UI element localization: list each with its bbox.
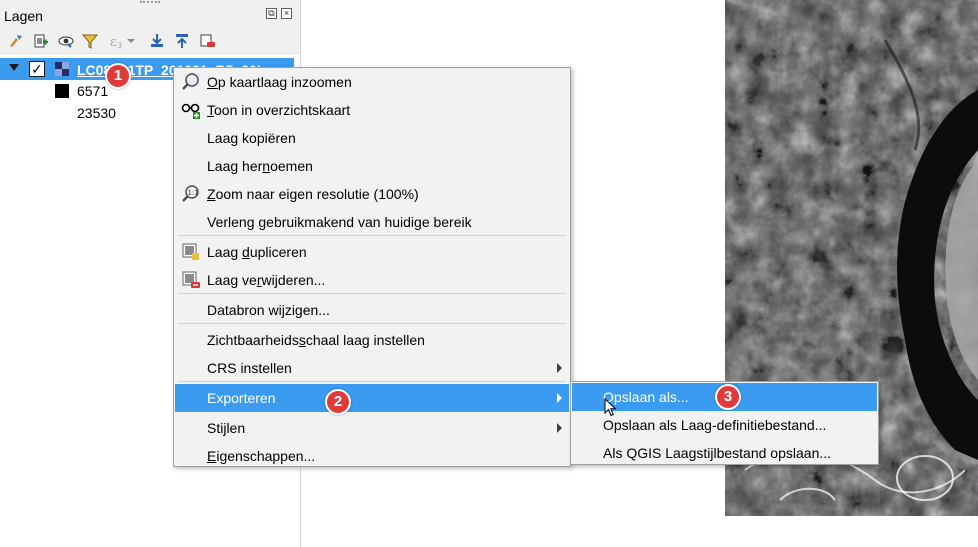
step-badge-3: 3 xyxy=(715,384,741,410)
mouse-cursor-icon xyxy=(604,398,617,417)
menu-item-change-data-source[interactable]: Databron wijzigen... xyxy=(175,296,569,324)
menu-item-stretch-current-extent[interactable]: Verleng gebruikmakend van huidige bereik xyxy=(175,208,569,236)
menu-item-set-crs[interactable]: CRS instellen xyxy=(175,354,569,382)
layer-visibility-checkbox[interactable]: ✓ xyxy=(29,61,45,77)
duplicate-layer-icon xyxy=(182,243,199,260)
filter-legend-icon[interactable] xyxy=(81,32,99,50)
manage-visibility-icon[interactable] xyxy=(57,32,75,50)
remove-layer-icon[interactable] xyxy=(198,32,216,50)
step-badge-1: 1 xyxy=(105,63,131,89)
menu-separator xyxy=(178,323,566,324)
submenu-arrow-icon xyxy=(557,423,562,433)
zoom-to-layer-icon xyxy=(182,73,199,90)
menu-separator xyxy=(178,293,566,294)
menu-item-zoom-native-resolution[interactable]: 1:1 Zoom naar eigen resolutie (100%) xyxy=(175,180,569,208)
submenu-arrow-icon xyxy=(557,363,562,373)
submenu-item-save-as-qgis-style[interactable]: Als QGIS Laagstijlbestand opslaan... xyxy=(572,439,877,467)
svg-text:ε: ε xyxy=(110,35,117,50)
menu-item-show-in-overview[interactable]: Toon in overzichtskaart xyxy=(175,96,569,124)
style-manager-icon[interactable] xyxy=(7,32,25,50)
legend-max-value: 23530 xyxy=(77,105,116,121)
submenu-arrow-icon xyxy=(557,393,562,403)
raster-layer-icon xyxy=(55,62,69,76)
menu-separator xyxy=(178,381,566,382)
remove-layer-icon xyxy=(182,271,200,288)
add-group-icon[interactable] xyxy=(31,32,49,50)
float-panel-icon[interactable]: ⧉ xyxy=(266,8,277,19)
zoom-native-resolution-icon: 1:1 xyxy=(182,185,199,202)
svg-text:1:1: 1:1 xyxy=(188,189,199,197)
menu-item-properties[interactable]: Eigenschappen... xyxy=(175,442,569,470)
collapse-arrow-icon[interactable] xyxy=(9,64,19,71)
menu-item-remove-layer[interactable]: Laag verwijderen... xyxy=(175,266,569,294)
menu-item-export[interactable]: Exporteren xyxy=(175,384,569,412)
layers-toolbar: ε3 xyxy=(0,28,300,54)
panel-header: Lagen ⧉ × xyxy=(0,0,300,28)
menu-separator xyxy=(178,235,566,236)
menu-item-copy-layer[interactable]: Laag kopiëren xyxy=(175,124,569,152)
expand-all-icon[interactable] xyxy=(148,32,166,50)
expression-filter-icon[interactable]: ε3 xyxy=(107,32,125,50)
menu-item-set-scale-visibility[interactable]: Zichtbaarheidsschaal laag instellen xyxy=(175,326,569,354)
menu-item-zoom-to-layer[interactable]: Op kaartlaag inzoomen xyxy=(175,68,569,96)
menu-item-duplicate-layer[interactable]: Laag dupliceren xyxy=(175,238,569,266)
layer-context-menu: Op kaartlaag inzoomen Toon in overzichts… xyxy=(173,67,571,467)
legend-color-swatch xyxy=(55,84,69,98)
overview-glasses-icon xyxy=(181,103,200,119)
collapse-all-icon[interactable] xyxy=(173,32,191,50)
step-badge-2: 2 xyxy=(325,389,351,415)
legend-min-value: 6571 xyxy=(77,83,109,99)
panel-drag-handle[interactable] xyxy=(140,1,160,5)
menu-item-rename-layer[interactable]: Laag hernoemen xyxy=(175,152,569,180)
menu-item-styles[interactable]: Stijlen xyxy=(175,414,569,442)
close-panel-icon[interactable]: × xyxy=(281,8,292,19)
svg-text:3: 3 xyxy=(117,41,122,50)
panel-title: Lagen xyxy=(4,8,43,24)
chevron-down-icon[interactable] xyxy=(125,32,137,50)
